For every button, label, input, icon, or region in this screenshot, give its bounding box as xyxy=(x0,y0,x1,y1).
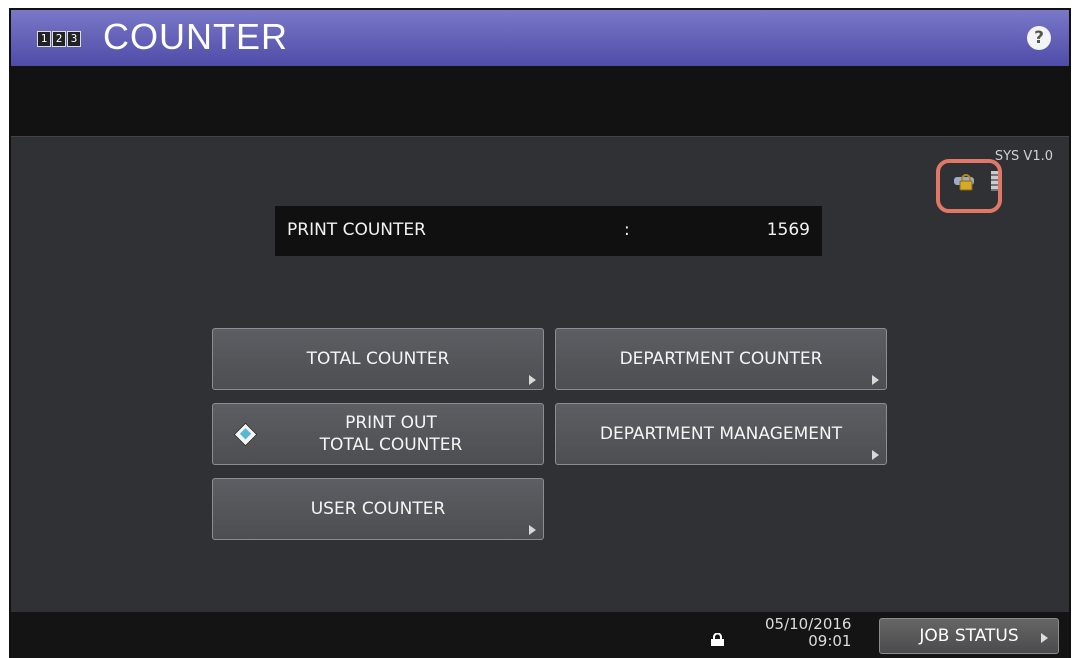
lock-icon xyxy=(711,633,724,646)
counter-icon: 1 2 3 xyxy=(37,31,81,47)
job-status-label: JOB STATUS xyxy=(919,626,1019,646)
department-counter-label: DEPARTMENT COUNTER xyxy=(619,349,823,369)
print-counter-separator: : xyxy=(624,220,630,240)
print-counter-display: PRINT COUNTER : 1569 xyxy=(275,206,822,256)
print-counter-value: 1569 xyxy=(766,220,810,240)
total-counter-button[interactable]: TOTAL COUNTER xyxy=(212,328,544,390)
counter-icon-digit: 2 xyxy=(52,31,66,47)
start-diamond-icon xyxy=(233,422,258,447)
help-icon[interactable]: ? xyxy=(1027,26,1051,50)
department-management-label: DEPARTMENT MANAGEMENT xyxy=(599,424,843,444)
print-out-label-line2: TOTAL COUNTER xyxy=(319,435,463,455)
arrow-icon xyxy=(529,525,536,535)
print-out-label-line1: PRINT OUT xyxy=(345,413,437,433)
total-counter-label: TOTAL COUNTER xyxy=(306,349,450,369)
current-date: 05/10/2016 xyxy=(765,615,852,633)
department-counter-button[interactable]: DEPARTMENT COUNTER xyxy=(555,328,887,390)
title-bar: 1 2 3 COUNTER ? xyxy=(11,10,1069,66)
date-time: 05/10/2016 09:01 xyxy=(765,616,851,650)
current-time: 09:01 xyxy=(808,632,852,650)
counter-icon-digit: 1 xyxy=(37,31,51,47)
department-management-button[interactable]: DEPARTMENT MANAGEMENT xyxy=(555,403,887,465)
status-bar: 05/10/2016 09:01 JOB STATUS xyxy=(11,612,1069,658)
print-counter-label: PRINT COUNTER xyxy=(287,220,426,240)
arrow-icon xyxy=(872,450,879,460)
counter-icon-digit: 3 xyxy=(67,31,81,47)
counter-screen: 1 2 3 COUNTER ? SYS V1.0 PRINT COUNTER :… xyxy=(9,8,1071,658)
page-title: COUNTER xyxy=(103,16,288,57)
message-bar xyxy=(11,66,1069,137)
arrow-icon xyxy=(1041,633,1048,643)
user-counter-label: USER COUNTER xyxy=(310,499,446,519)
user-counter-button[interactable]: USER COUNTER xyxy=(212,478,544,540)
arrow-icon xyxy=(529,375,536,385)
print-out-total-counter-button[interactable]: PRINT OUT TOTAL COUNTER xyxy=(212,403,544,465)
main-panel: SYS V1.0 PRINT COUNTER : 1569 TOTAL COUN… xyxy=(11,137,1069,612)
arrow-icon xyxy=(872,375,879,385)
highlight-ring xyxy=(936,159,1002,213)
job-status-button[interactable]: JOB STATUS xyxy=(879,618,1059,654)
print-out-label: PRINT OUT TOTAL COUNTER xyxy=(294,412,463,456)
system-version: SYS V1.0 xyxy=(994,149,1053,164)
